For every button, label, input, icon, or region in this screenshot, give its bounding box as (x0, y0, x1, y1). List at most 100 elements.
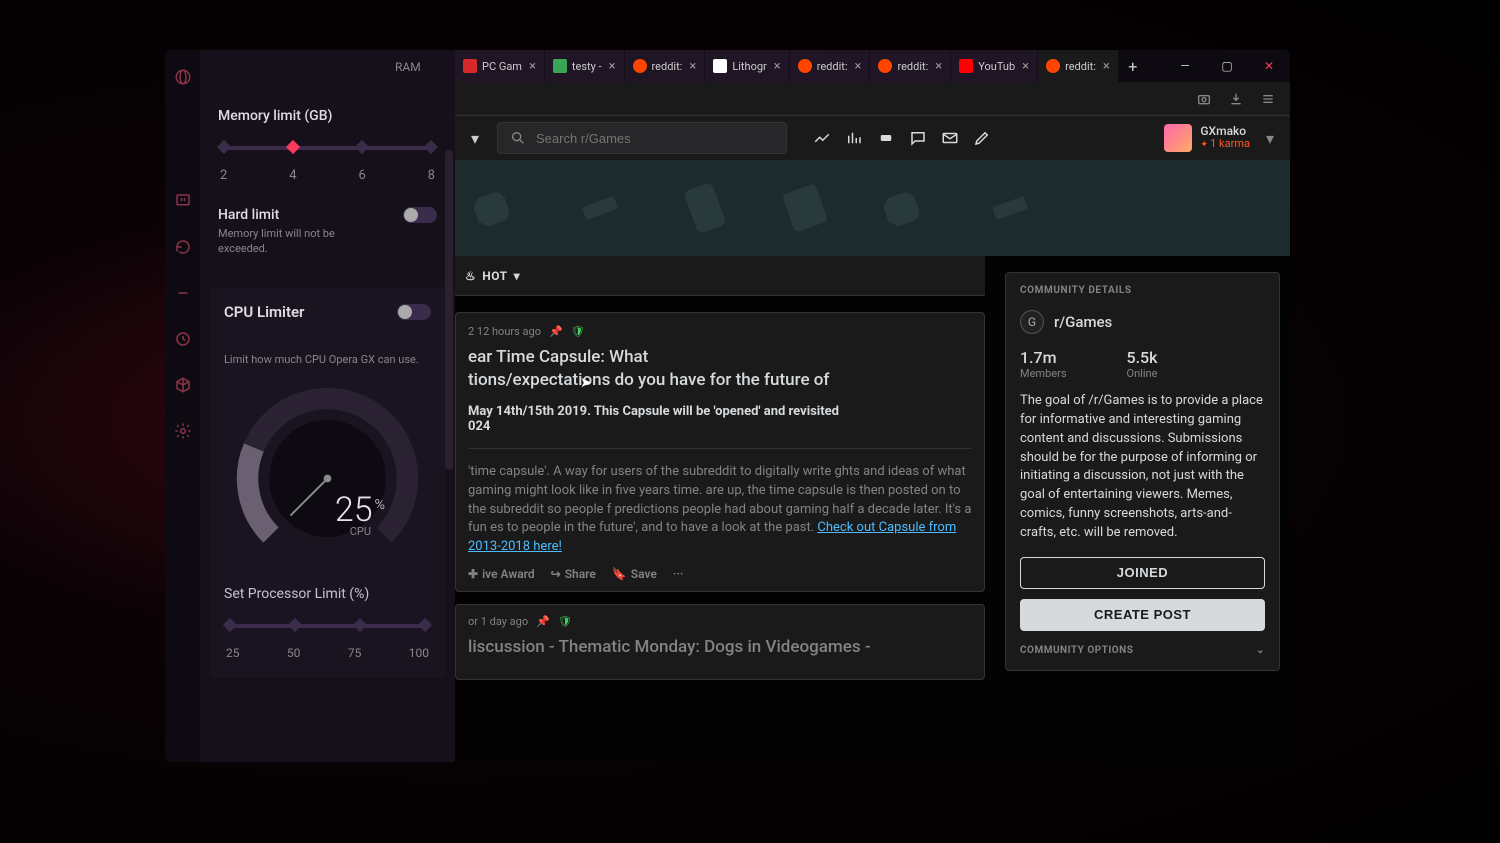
processor-slider-labels: 25 50 75 100 (224, 646, 431, 660)
community-widget: COMMUNITY DETAILS G r/Games 1.7m Members… (1005, 272, 1280, 671)
online-count: 5.5k (1127, 348, 1158, 367)
cpu-limiter-toggle[interactable] (397, 304, 431, 320)
snapshot-icon[interactable] (1196, 91, 1212, 107)
mail-icon[interactable] (941, 129, 959, 147)
hot-icon: ♨ (465, 269, 476, 283)
memory-slider[interactable] (224, 146, 431, 150)
hard-limit-desc: Memory limit will not be exceeded. (218, 227, 368, 257)
subreddit-name[interactable]: r/Games (1054, 313, 1112, 331)
gear-icon[interactable] (174, 422, 192, 440)
new-tab-button[interactable]: + (1119, 50, 1147, 82)
popular-icon[interactable] (813, 129, 831, 147)
post-title[interactable]: liscussion - Thematic Monday: Dogs in Vi… (468, 636, 972, 659)
cpu-gauge: 25% CPU (230, 381, 425, 576)
community-options[interactable]: COMMUNITY OPTIONS ⌄ (1020, 645, 1265, 656)
minus-icon[interactable] (174, 284, 192, 302)
tab-1[interactable]: testy - × (545, 50, 625, 82)
post-meta: 2 12 hours ago 📌 🛡 (468, 325, 972, 338)
feed: ♨ HOT ▾ 2 12 hours ago 📌 🛡 ear Time Caps… (455, 256, 985, 762)
ram-label: RAM (395, 60, 421, 74)
gx-control-panel: RAM Memory limit (GB) 2 4 6 8 Hard limit… (200, 50, 455, 762)
all-icon[interactable] (845, 129, 863, 147)
avatar (1164, 124, 1192, 152)
search-icon (510, 130, 526, 146)
subreddit-icon: G (1020, 310, 1044, 334)
post-card[interactable]: or 1 day ago 📌 🛡 liscussion - Thematic M… (455, 604, 985, 680)
memory-slider-labels: 2 4 6 8 (220, 168, 435, 183)
save-button[interactable]: 🔖 Save (612, 567, 657, 581)
tab-0[interactable]: PC Gam× (455, 50, 545, 82)
cpu-limiter-title: CPU Limiter (224, 303, 304, 321)
post-title[interactable]: ear Time Capsule: What tions/expectation… (468, 346, 972, 392)
karma: 1 karma (1200, 138, 1250, 151)
search-input[interactable] (536, 131, 774, 146)
sidebar-rail (165, 50, 200, 762)
search-box[interactable] (497, 122, 787, 154)
cpu-gauge-label: CPU (350, 525, 371, 538)
chevron-down-icon: ⌄ (1256, 645, 1265, 656)
cpu-gauge-value: 25% (335, 490, 383, 530)
panel-scrollbar[interactable] (445, 150, 453, 470)
clock-icon[interactable] (174, 330, 192, 348)
tab-bar: PC Gam× testy - × reddit:× Lithogr× redd… (455, 50, 1290, 82)
tab-3[interactable]: Lithogr× (705, 50, 789, 82)
tab-close-icon[interactable]: × (527, 59, 538, 74)
cube-icon[interactable] (174, 376, 192, 394)
chevron-down-icon: ▾ (1266, 129, 1274, 148)
tab-close-icon[interactable]: × (853, 59, 864, 74)
post-actions: ✚ ive Award ↪ Share 🔖 Save ··· (468, 567, 972, 581)
hard-limit-toggle[interactable] (403, 207, 437, 223)
tab-4[interactable]: reddit:× (790, 50, 871, 82)
pin-icon: 📌 (549, 325, 563, 338)
tab-close-icon[interactable]: × (607, 59, 618, 74)
chat-icon[interactable] (909, 129, 927, 147)
opera-logo-icon[interactable] (174, 68, 192, 86)
tab-5[interactable]: reddit:× (870, 50, 951, 82)
sort-bar[interactable]: ♨ HOT ▾ (455, 256, 985, 296)
online-label: Online (1127, 367, 1158, 380)
post-body: 'time capsule'. A way for users of the s… (468, 448, 972, 557)
joined-button[interactable]: JOINED (1020, 557, 1265, 589)
twitch-icon[interactable] (174, 192, 192, 210)
hard-limit-title: Hard limit (218, 207, 368, 223)
cpu-limiter-section: CPU Limiter Limit how much CPU Opera GX … (210, 287, 445, 678)
tab-close-icon[interactable]: × (933, 59, 944, 74)
window-close[interactable]: ✕ (1248, 50, 1290, 82)
share-button[interactable]: ↪ Share (551, 567, 596, 581)
award-button[interactable]: ✚ ive Award (468, 567, 535, 581)
download-icon[interactable] (1228, 91, 1244, 107)
subreddit-description: The goal of /r/Games is to provide a pla… (1020, 392, 1265, 543)
subreddit-dropdown[interactable]: ▾ (465, 129, 485, 148)
coins-icon[interactable] (877, 129, 895, 147)
main-content: PC Gam× testy - × reddit:× Lithogr× redd… (455, 50, 1290, 762)
user-menu[interactable]: GXmako 1 karma ▾ (1164, 124, 1280, 152)
browser-window: RAM Memory limit (GB) 2 4 6 8 Hard limit… (165, 50, 1290, 762)
processor-limit-title: Set Processor Limit (%) (224, 586, 431, 602)
subreddit-banner (455, 160, 1290, 256)
tab-6[interactable]: YouTub× (951, 50, 1038, 82)
memory-limit-section: Memory limit (GB) 2 4 6 8 Hard limit Mem… (218, 108, 437, 257)
window-minimize[interactable]: — (1164, 50, 1206, 82)
create-icon[interactable] (973, 129, 991, 147)
tab-close-icon[interactable]: × (772, 59, 783, 74)
reddit-header: ▾ GXmako 1 karma ▾ (455, 116, 1290, 160)
create-post-button[interactable]: CREATE POST (1020, 599, 1265, 631)
post-subtitle: May 14th/15th 2019. This Capsule will be… (468, 404, 972, 434)
window-maximize[interactable]: ▢ (1206, 50, 1248, 82)
shield-icon: 🛡 (571, 325, 585, 338)
community-sidebar: COMMUNITY DETAILS G r/Games 1.7m Members… (1005, 256, 1280, 762)
menu-icon[interactable] (1260, 91, 1276, 107)
community-details-header: COMMUNITY DETAILS (1020, 285, 1265, 296)
processor-slider[interactable] (230, 624, 425, 628)
tab-close-icon[interactable]: × (1101, 59, 1112, 74)
members-label: Members (1020, 367, 1067, 380)
tab-7[interactable]: reddit:× (1038, 50, 1119, 82)
more-button[interactable]: ··· (673, 567, 684, 581)
refresh-icon[interactable] (174, 238, 192, 256)
chevron-down-icon: ▾ (514, 269, 521, 283)
tab-close-icon[interactable]: × (687, 59, 698, 74)
cpu-limiter-desc: Limit how much CPU Opera GX can use. (224, 353, 431, 367)
post-card[interactable]: 2 12 hours ago 📌 🛡 ear Time Capsule: Wha… (455, 312, 985, 592)
tab-2[interactable]: reddit:× (625, 50, 706, 82)
tab-close-icon[interactable]: × (1020, 59, 1031, 74)
